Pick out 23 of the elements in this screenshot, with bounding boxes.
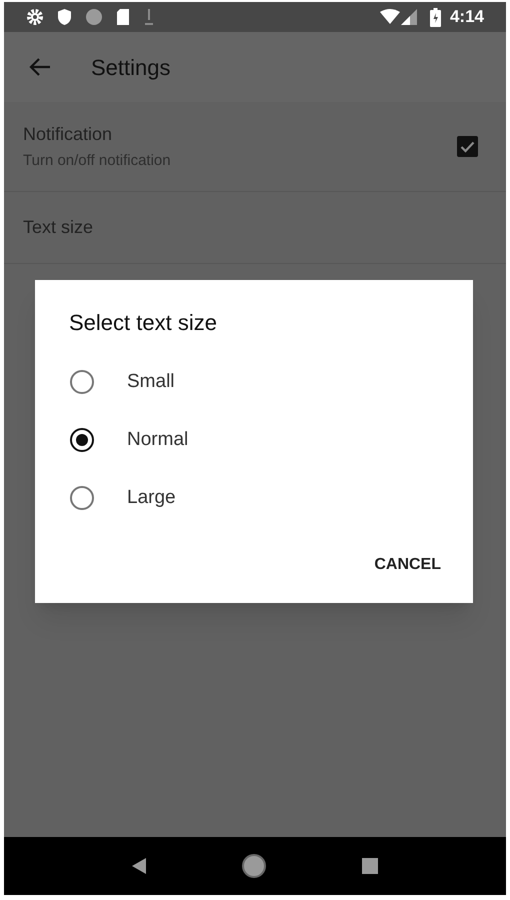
sd-card-icon	[116, 8, 130, 26]
checkbox[interactable]	[457, 136, 478, 157]
radio-button[interactable]	[70, 428, 94, 452]
home-nav-icon[interactable]	[241, 853, 267, 879]
gear-icon	[26, 8, 44, 26]
circle-icon	[85, 8, 103, 26]
signal-icon	[400, 9, 417, 25]
battery-icon	[430, 8, 441, 26]
option-label[interactable]: Large	[127, 484, 176, 512]
clock: 4:14	[450, 6, 484, 28]
shield-icon	[57, 8, 72, 26]
dialog-title: Select text size	[69, 309, 217, 337]
option-label[interactable]: Small	[127, 368, 175, 396]
check-icon	[460, 140, 475, 152]
radio-button[interactable]	[70, 370, 94, 394]
back-arrow-icon	[29, 58, 51, 76]
recents-nav-icon[interactable]	[361, 857, 379, 875]
download-icon	[143, 7, 155, 27]
option-label[interactable]: Normal	[127, 426, 188, 454]
radio-button[interactable]	[70, 486, 94, 510]
screen-title: Settings	[91, 54, 170, 82]
back-nav-icon[interactable]	[131, 857, 147, 875]
cancel-button[interactable]: CANCEL	[366, 549, 449, 581]
